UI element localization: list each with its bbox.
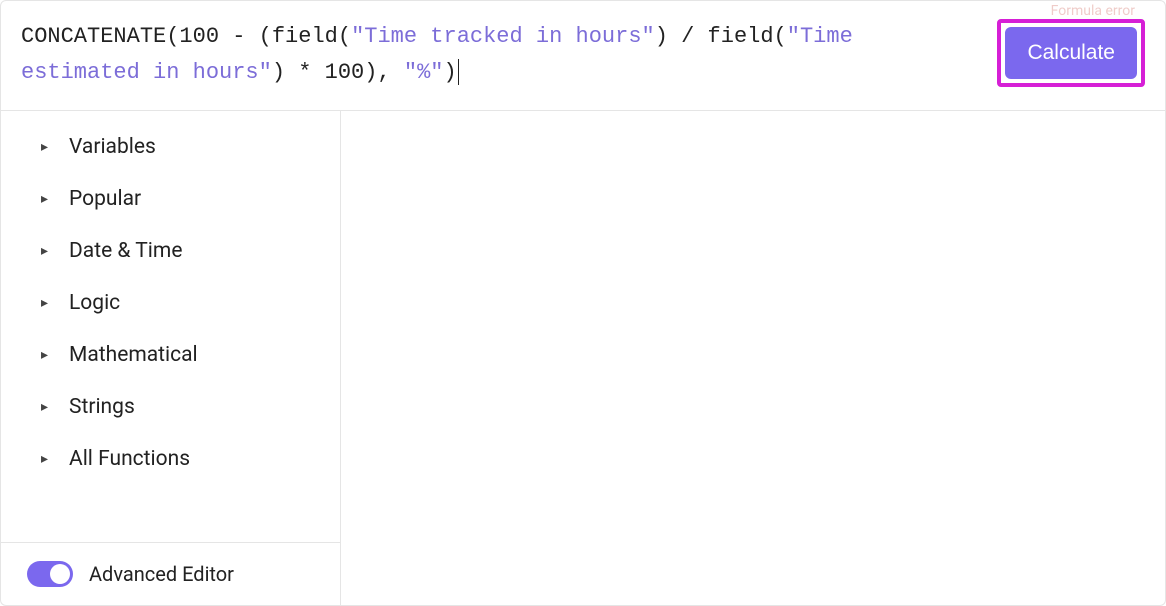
- category-label: Logic: [69, 291, 120, 315]
- formula-editor: Formula error CONCATENATE(100 - (field("…: [0, 0, 1166, 606]
- formula-input[interactable]: CONCATENATE(100 - (field("Time tracked i…: [21, 19, 977, 92]
- category-label: Date & Time: [69, 239, 182, 263]
- category-item[interactable]: ▸ Mathematical: [31, 329, 340, 381]
- advanced-editor-row: Advanced Editor: [1, 542, 340, 605]
- advanced-editor-toggle[interactable]: [27, 561, 73, 587]
- category-label: Variables: [69, 135, 156, 159]
- category-label: Mathematical: [69, 343, 198, 367]
- chevron-right-icon: ▸: [41, 243, 51, 259]
- category-item[interactable]: ▸ Strings: [31, 381, 340, 433]
- editor-body: ▸ Variables ▸ Popular ▸ Date & Time ▸ Logic ▸ Mat…: [1, 111, 1165, 605]
- calculate-highlight: Calculate: [997, 19, 1145, 87]
- chevron-right-icon: ▸: [41, 295, 51, 311]
- category-item[interactable]: ▸ Variables: [31, 121, 340, 173]
- category-label: All Functions: [69, 447, 190, 471]
- category-label: Popular: [69, 187, 141, 211]
- calculate-button[interactable]: Calculate: [1005, 27, 1137, 79]
- function-sidebar: ▸ Variables ▸ Popular ▸ Date & Time ▸ Logic ▸ Mat…: [1, 111, 341, 605]
- chevron-right-icon: ▸: [41, 399, 51, 415]
- category-item[interactable]: ▸ Popular: [31, 173, 340, 225]
- category-item[interactable]: ▸ Date & Time: [31, 225, 340, 277]
- chevron-right-icon: ▸: [41, 347, 51, 363]
- chevron-right-icon: ▸: [41, 139, 51, 155]
- chevron-right-icon: ▸: [41, 191, 51, 207]
- function-detail-pane: [341, 111, 1165, 605]
- category-item[interactable]: ▸ All Functions: [31, 433, 340, 485]
- category-label: Strings: [69, 395, 135, 419]
- formula-error-hint: Formula error: [1051, 3, 1135, 19]
- advanced-editor-label: Advanced Editor: [89, 562, 234, 586]
- chevron-right-icon: ▸: [41, 451, 51, 467]
- category-list: ▸ Variables ▸ Popular ▸ Date & Time ▸ Logic ▸ Mat…: [1, 111, 340, 542]
- formula-bar: Formula error CONCATENATE(100 - (field("…: [1, 1, 1165, 111]
- category-item[interactable]: ▸ Logic: [31, 277, 340, 329]
